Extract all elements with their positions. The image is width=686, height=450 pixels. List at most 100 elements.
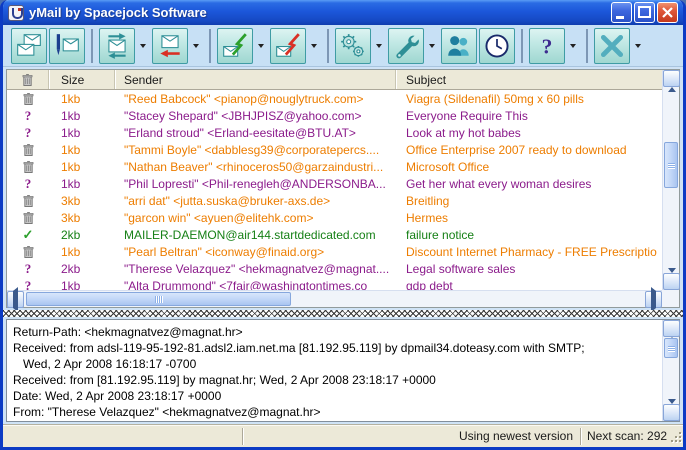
contacts-icon	[445, 32, 473, 60]
status-panel-left	[3, 428, 243, 445]
settings-dropdown-caret[interactable]	[373, 28, 384, 64]
send-receive-button[interactable]	[99, 28, 135, 64]
process-bad-dropdown-caret[interactable]	[308, 28, 319, 64]
trash-cell	[7, 211, 49, 225]
status-version: Using newest version	[243, 428, 581, 445]
header-line: From: "Therese Velazquez" <hekmagnatvez@…	[13, 404, 660, 420]
scroll-track[interactable]	[663, 87, 679, 273]
email-sender: "Stacey Shepard" <JBHJPISZ@yahoo.com>	[115, 109, 396, 123]
compose-icon	[53, 32, 81, 60]
scrollbar-corner	[662, 290, 679, 307]
trash-icon	[23, 245, 34, 259]
help-dropdown-caret[interactable]	[567, 28, 578, 64]
scroll-right-button[interactable]	[645, 291, 662, 308]
email-subject: gdp debt	[396, 279, 662, 291]
scroll-track[interactable]	[663, 337, 679, 404]
check-icon: ✓	[7, 227, 49, 243]
arrow-down-icon	[668, 273, 676, 291]
app-window: yMail by Spacejock Software ?	[0, 0, 686, 450]
email-row[interactable]: 3kb"arri dat" <jutta.suska@bruker-axs.de…	[7, 192, 662, 209]
column-header-size[interactable]: Size	[49, 70, 115, 89]
email-row[interactable]: 1kb"Tammi Boyle" <dabblesg39@corporatepe…	[7, 141, 662, 158]
resize-grip[interactable]	[668, 428, 683, 445]
email-row[interactable]: ?2kb"Therese Velazquez" <hekmagnatvez@ma…	[7, 260, 662, 277]
trash-icon	[23, 160, 34, 174]
message-list: Size Sender Subject 1kb"Reed Babcock" <p…	[6, 69, 680, 308]
email-row[interactable]: 3kb"garcon win" <ayuen@elitehk.com>Herme…	[7, 209, 662, 226]
close-button[interactable]	[657, 2, 678, 23]
process-bad-icon	[274, 32, 302, 60]
preview-vertical-scrollbar[interactable]	[662, 320, 679, 421]
email-row[interactable]: ?1kb"Alta Drummond" <7fair@washingtontim…	[7, 277, 662, 290]
arrow-down-icon	[668, 404, 676, 422]
email-sender: MAILER-DAEMON@air144.startdedicated.com	[115, 228, 396, 242]
process-good-dropdown-caret[interactable]	[255, 28, 266, 64]
help-icon: ?	[533, 32, 561, 60]
return-mail-dropdown-caret[interactable]	[190, 28, 201, 64]
scroll-down-button[interactable]	[663, 273, 680, 290]
pane-splitter[interactable]	[3, 310, 683, 317]
mailboxes-button[interactable]	[11, 28, 47, 64]
tools-button[interactable]	[388, 28, 424, 64]
tools-icon	[392, 32, 420, 60]
send-receive-dropdown-caret[interactable]	[137, 28, 148, 64]
column-header-subject[interactable]: Subject	[396, 70, 662, 89]
process-good-button[interactable]	[217, 28, 253, 64]
question-icon: ?	[7, 176, 49, 192]
help-button[interactable]: ?	[529, 28, 565, 64]
window-title: yMail by Spacejock Software	[29, 5, 611, 20]
compose-button[interactable]	[49, 28, 85, 64]
scroll-track[interactable]	[24, 291, 645, 307]
scroll-up-button[interactable]	[663, 320, 680, 337]
scroll-up-button[interactable]	[663, 70, 680, 87]
question-icon: ?	[7, 261, 49, 277]
schedule-button[interactable]	[479, 28, 515, 64]
scroll-thumb[interactable]	[664, 142, 678, 188]
svg-text:?: ?	[542, 34, 553, 58]
return-mail-icon	[156, 32, 184, 60]
maximize-button[interactable]	[634, 2, 655, 23]
toolbar-separator	[521, 29, 523, 63]
scroll-down-button[interactable]	[663, 404, 680, 421]
email-size: 1kb	[49, 126, 115, 140]
email-row[interactable]: 1kb"Pearl Beltran" <iconway@finaid.org>D…	[7, 243, 662, 260]
email-subject: Breitling	[396, 194, 662, 208]
list-horizontal-scrollbar[interactable]	[7, 290, 662, 307]
email-row[interactable]: 1kb"Reed Babcock" <pianop@nouglytruck.co…	[7, 90, 662, 107]
titlebar[interactable]: yMail by Spacejock Software	[3, 0, 683, 25]
email-sender: "garcon win" <ayuen@elitehk.com>	[115, 211, 396, 225]
email-size: 1kb	[49, 160, 115, 174]
email-row[interactable]: ?1kb"Stacey Shepard" <JBHJPISZ@yahoo.com…	[7, 107, 662, 124]
email-sender: "Tammi Boyle" <dabblesg39@corporatepercs…	[115, 143, 396, 157]
tools-dropdown-caret[interactable]	[426, 28, 437, 64]
return-mail-button[interactable]	[152, 28, 188, 64]
header-line: Wed, 2 Apr 2008 16:18:17 -0700	[13, 356, 660, 372]
status-next-scan: Next scan: 292	[581, 428, 668, 445]
list-vertical-scrollbar[interactable]	[662, 70, 679, 290]
question-icon: ?	[7, 108, 49, 124]
email-sender: "Pearl Beltran" <iconway@finaid.org>	[115, 245, 396, 259]
minimize-button[interactable]	[611, 2, 632, 23]
email-row[interactable]: 1kb"Nathan Beaver" <rhinoceros50@garzain…	[7, 158, 662, 175]
exit-dropdown-caret[interactable]	[632, 28, 643, 64]
trash-icon	[23, 211, 34, 225]
email-row[interactable]: ✓2kbMAILER-DAEMON@air144.startdedicated.…	[7, 226, 662, 243]
arrow-up-icon	[668, 320, 676, 338]
email-row[interactable]: ?1kb"Phil Lopresti" <Phil-renegleh@ANDER…	[7, 175, 662, 192]
email-sender: "Therese Velazquez" <hekmagnatvez@magnat…	[115, 262, 396, 276]
process-bad-button[interactable]	[270, 28, 306, 64]
email-row[interactable]: ?1kb"Erland stroud" <Erland-eesitate@BTU…	[7, 124, 662, 141]
settings-button[interactable]	[335, 28, 371, 64]
contacts-button[interactable]	[441, 28, 477, 64]
list-header: Size Sender Subject	[7, 70, 662, 90]
column-header-delete[interactable]	[7, 70, 49, 89]
scroll-thumb[interactable]	[26, 292, 291, 306]
exit-button[interactable]	[594, 28, 630, 64]
email-size: 3kb	[49, 194, 115, 208]
scroll-thumb[interactable]	[664, 338, 678, 358]
scroll-left-button[interactable]	[7, 291, 24, 308]
email-subject: Office Enterprise 2007 ready to download	[396, 143, 662, 157]
header-line: Received: from adsl-119-95-192-81.adsl2.…	[13, 340, 660, 356]
toolbar: ?	[3, 25, 683, 67]
column-header-sender[interactable]: Sender	[115, 70, 396, 89]
